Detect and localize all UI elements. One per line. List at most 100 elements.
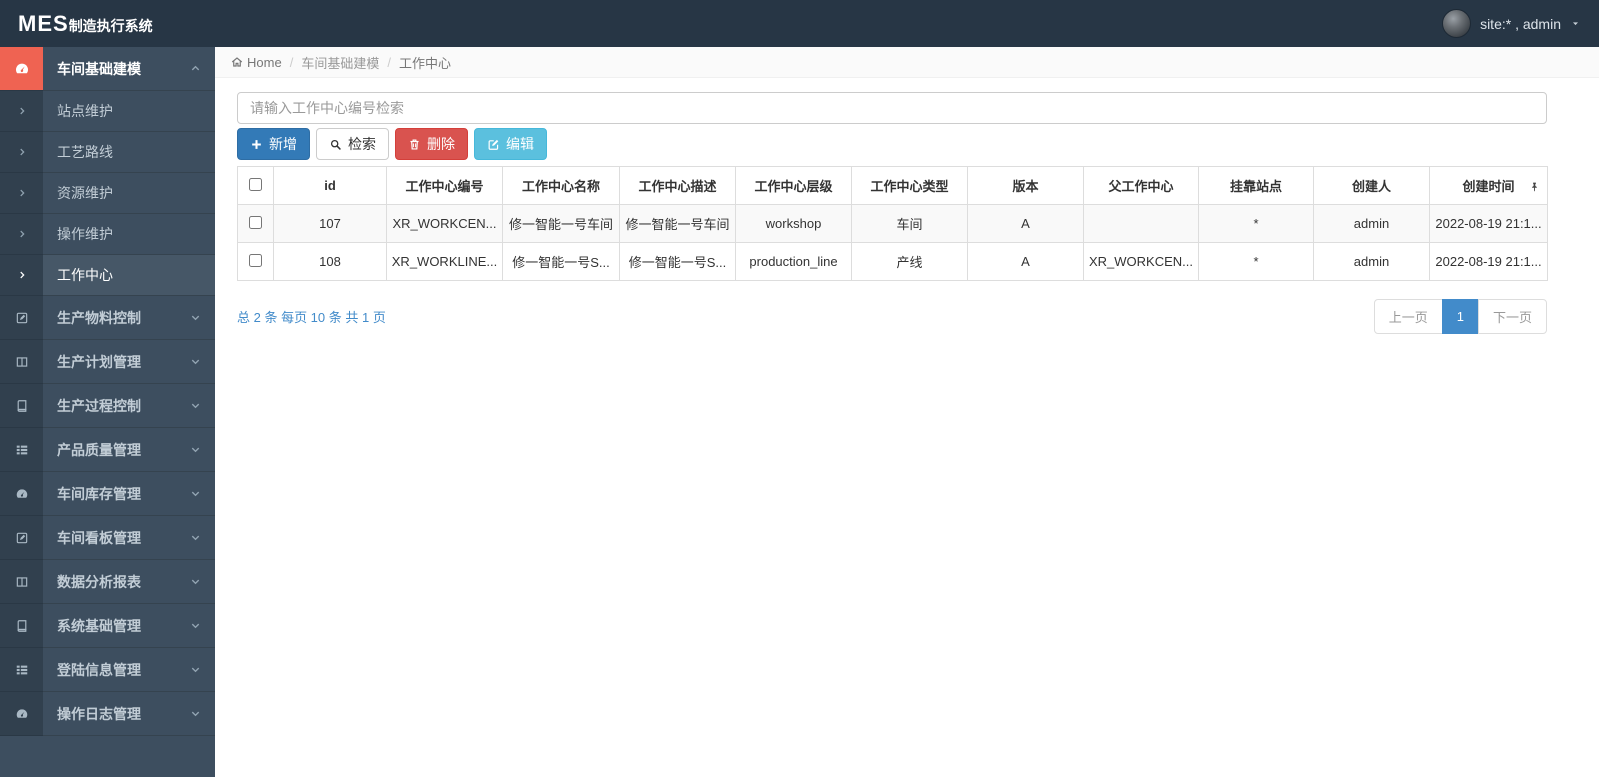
sidebar-group-label: 产品质量管理: [57, 441, 141, 458]
cell-creator: admin: [1313, 242, 1430, 281]
sidebar: 车间基础建模 站点维护 工艺路线 资源维护 操作维护 工作中心 生产物料控制 生…: [0, 47, 215, 777]
edit-button[interactable]: 编辑: [474, 128, 547, 160]
plus-icon: [250, 138, 263, 151]
column-header-parent[interactable]: 父工作中心: [1083, 166, 1199, 205]
row-checkbox[interactable]: [249, 253, 262, 267]
sidebar-group-label: 生产计划管理: [57, 353, 141, 370]
pin-icon[interactable]: [1529, 178, 1540, 193]
cell-level: workshop: [735, 204, 852, 243]
cell-version: A: [967, 204, 1084, 243]
cell-description: 修一智能一号车间: [619, 204, 736, 243]
columns-icon: [0, 340, 43, 384]
list-icon: [0, 648, 43, 692]
cell-station: *: [1198, 204, 1314, 243]
cell-created-time: 2022-08-19 21:1...: [1429, 242, 1548, 281]
app-logo-suffix: 制造执行系统: [68, 17, 153, 34]
sidebar-group-label: 车间库存管理: [57, 485, 141, 502]
chevron-right-icon: [0, 214, 43, 255]
caret-down-icon: [1570, 18, 1581, 29]
chevron-down-icon: [190, 708, 201, 719]
column-header-created-time[interactable]: 创建时间: [1429, 166, 1548, 205]
sidebar-group-label: 生产过程控制: [57, 397, 141, 414]
column-header-code[interactable]: 工作中心编号: [386, 166, 503, 205]
breadcrumb-home-link[interactable]: Home: [231, 55, 282, 70]
breadcrumb-separator: /: [387, 54, 391, 70]
sidebar-group-workshop-kanban-management[interactable]: 车间看板管理: [0, 516, 215, 560]
cell-type: 车间: [851, 204, 968, 243]
chevron-down-icon: [190, 576, 201, 587]
search-input[interactable]: [237, 92, 1547, 124]
next-page-button[interactable]: 下一页: [1477, 299, 1547, 334]
chevron-up-icon: [190, 63, 201, 74]
user-label: site:* , admin: [1480, 15, 1561, 32]
page-1-button[interactable]: 1: [1441, 299, 1479, 334]
search-button[interactable]: 检索: [316, 128, 389, 160]
columns-icon: [0, 560, 43, 604]
sidebar-group-production-process-control[interactable]: 生产过程控制: [0, 384, 215, 428]
breadcrumb-item-workshop-modeling[interactable]: 车间基础建模: [301, 53, 379, 72]
chevron-right-icon: [0, 173, 43, 214]
sidebar-group-operation-log-management[interactable]: 操作日志管理: [0, 692, 215, 736]
column-header-description[interactable]: 工作中心描述: [619, 166, 736, 205]
column-header-station[interactable]: 挂靠站点: [1198, 166, 1314, 205]
sidebar-group-workshop-modeling[interactable]: 车间基础建模: [0, 47, 215, 91]
sidebar-group-data-analysis-report[interactable]: 数据分析报表: [0, 560, 215, 604]
cell-code: XR_WORKCEN...: [386, 204, 503, 243]
cell-type: 产线: [851, 242, 968, 281]
top-navbar: MES 制造执行系统 site:* , admin: [0, 0, 1599, 47]
sidebar-group-system-basic-management[interactable]: 系统基础管理: [0, 604, 215, 648]
app-logo[interactable]: MES 制造执行系统: [18, 11, 153, 37]
trash-icon: [408, 138, 421, 151]
select-all-checkbox[interactable]: [249, 177, 262, 191]
row-checkbox[interactable]: [249, 215, 262, 229]
chevron-down-icon: [190, 664, 201, 675]
sidebar-group-production-plan-management[interactable]: 生产计划管理: [0, 340, 215, 384]
column-header-id[interactable]: id: [273, 166, 387, 205]
table-row[interactable]: 108 XR_WORKLINE... 修一智能一号S... 修一智能一号S...…: [237, 242, 1548, 281]
dashboard-icon: [0, 47, 43, 91]
search-icon: [329, 138, 342, 151]
sidebar-item-work-center[interactable]: 工作中心: [0, 255, 215, 296]
sidebar-item-station-maintenance[interactable]: 站点维护: [0, 91, 215, 132]
sidebar-item-process-route[interactable]: 工艺路线: [0, 132, 215, 173]
chevron-right-icon: [0, 132, 43, 173]
dashboard-icon: [0, 472, 43, 516]
edit-icon: [487, 138, 500, 151]
sidebar-item-operation-maintenance[interactable]: 操作维护: [0, 214, 215, 255]
cell-id: 108: [273, 242, 387, 281]
book-icon: [0, 384, 43, 428]
sidebar-item-label: 工作中心: [57, 267, 113, 283]
chevron-down-icon: [190, 444, 201, 455]
cell-name: 修一智能一号S...: [502, 242, 620, 281]
sidebar-group-label: 车间看板管理: [57, 529, 141, 546]
column-header-type[interactable]: 工作中心类型: [851, 166, 968, 205]
sidebar-group-workshop-inventory-management[interactable]: 车间库存管理: [0, 472, 215, 516]
chevron-right-icon: [0, 91, 43, 132]
book-icon: [0, 604, 43, 648]
sidebar-item-resource-maintenance[interactable]: 资源维护: [0, 173, 215, 214]
avatar: [1442, 9, 1472, 38]
delete-button[interactable]: 删除: [395, 128, 468, 160]
sidebar-group-label: 系统基础管理: [57, 617, 141, 634]
toolbar: 新增 检索 删除 编辑: [237, 128, 1547, 160]
user-menu[interactable]: site:* , admin: [1442, 9, 1581, 38]
column-header-creator[interactable]: 创建人: [1313, 166, 1430, 205]
breadcrumb: Home / 车间基础建模 / 工作中心: [215, 47, 1599, 78]
column-header-name[interactable]: 工作中心名称: [502, 166, 620, 205]
pagination-bar: 总 2 条 每页 10 条 共 1 页 上一页 1 下一页: [237, 299, 1547, 334]
chevron-down-icon: [190, 620, 201, 631]
add-button[interactable]: 新增: [237, 128, 310, 160]
sidebar-group-production-material-control[interactable]: 生产物料控制: [0, 296, 215, 340]
dashboard-icon: [0, 692, 43, 736]
breadcrumb-item-work-center: 工作中心: [398, 55, 451, 71]
chevron-down-icon: [190, 488, 201, 499]
table-row[interactable]: 107 XR_WORKCEN... 修一智能一号车间 修一智能一号车间 work…: [237, 204, 1548, 243]
column-header-level[interactable]: 工作中心层级: [735, 166, 852, 205]
cell-created-time: 2022-08-19 21:1...: [1429, 204, 1548, 243]
column-header-version[interactable]: 版本: [967, 166, 1084, 205]
prev-page-button[interactable]: 上一页: [1373, 299, 1443, 334]
chevron-down-icon: [190, 532, 201, 543]
cell-version: A: [967, 242, 1084, 281]
sidebar-group-login-info-management[interactable]: 登陆信息管理: [0, 648, 215, 692]
sidebar-group-product-quality-management[interactable]: 产品质量管理: [0, 428, 215, 472]
